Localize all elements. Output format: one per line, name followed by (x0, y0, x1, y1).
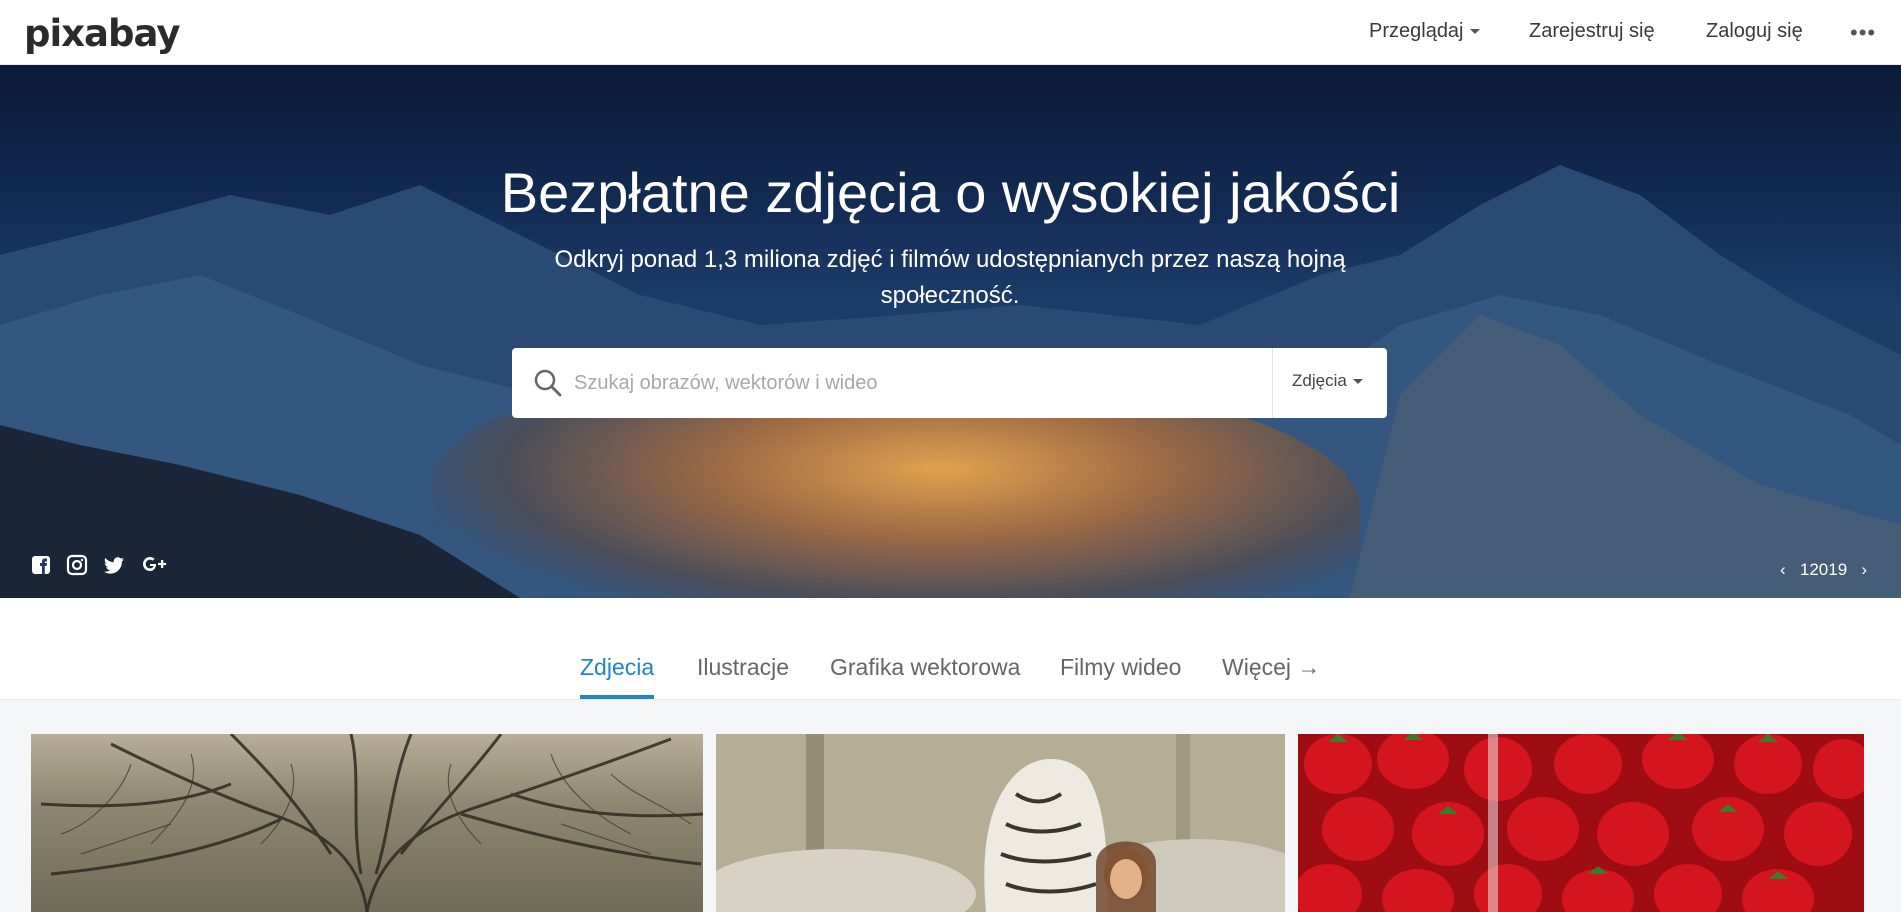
signup-link[interactable]: Zarejestruj się (1529, 20, 1655, 43)
search-icon[interactable] (530, 365, 566, 401)
image-tile-strawberries[interactable] (1298, 734, 1864, 912)
tab-illustrations[interactable]: Ilustracje (697, 654, 789, 681)
hero-subtitle: Odkryj ponad 1,3 miliona zdjęć i filmów … (554, 246, 1346, 309)
top-header: pixabay Przeglądaj Zarejestruj się Zalog… (0, 0, 1901, 65)
hero-banner: Bezpłatne zdjęcia o wysokiej jakości Odk… (0, 65, 1901, 598)
chevron-down-icon (1352, 379, 1363, 385)
image-navigator: ‹ 12019 › (1780, 560, 1867, 580)
chevron-down-icon (1469, 29, 1480, 35)
image-tile-tree[interactable] (31, 734, 703, 912)
browse-menu[interactable]: Przeglądaj (1369, 20, 1480, 43)
instagram-icon[interactable] (66, 554, 88, 576)
strawberries-image (1298, 734, 1864, 912)
search-bar: Zdjęcia (512, 348, 1387, 418)
tab-videos[interactable]: Filmy wideo (1060, 654, 1181, 681)
search-type-select[interactable]: Zdjęcia (1292, 371, 1363, 391)
twitter-icon[interactable] (103, 554, 125, 576)
tiger-woman-image (716, 734, 1285, 912)
facebook-icon[interactable] (30, 554, 52, 576)
active-tab-indicator (580, 695, 654, 699)
google-plus-icon[interactable] (141, 554, 169, 576)
browse-menu-label: Przeglądaj (1369, 20, 1464, 42)
hero-title: Bezpłatne zdjęcia o wysokiej jakości (500, 161, 1401, 224)
more-options-icon[interactable]: ••• (1850, 20, 1876, 46)
tab-more[interactable]: Więcej → (1222, 654, 1320, 681)
image-id[interactable]: 12019 (1800, 560, 1847, 579)
tree-branches-image (40, 734, 703, 912)
tab-vectors[interactable]: Grafika wektorowa (830, 654, 1020, 681)
media-type-tabs: Zdjecia Ilustracje Grafika wektorowa Fil… (0, 598, 1901, 700)
search-input[interactable] (574, 364, 1254, 402)
prev-image-icon[interactable]: ‹ (1780, 560, 1786, 579)
pixabay-logo[interactable]: pixabay (24, 12, 180, 55)
image-tile-tiger-woman[interactable] (716, 734, 1285, 912)
search-divider (1272, 348, 1273, 418)
login-link[interactable]: Zaloguj się (1706, 20, 1803, 43)
tab-photos[interactable]: Zdjecia (580, 654, 654, 681)
search-type-label: Zdjęcia (1292, 371, 1347, 390)
next-image-icon[interactable]: › (1861, 560, 1867, 579)
